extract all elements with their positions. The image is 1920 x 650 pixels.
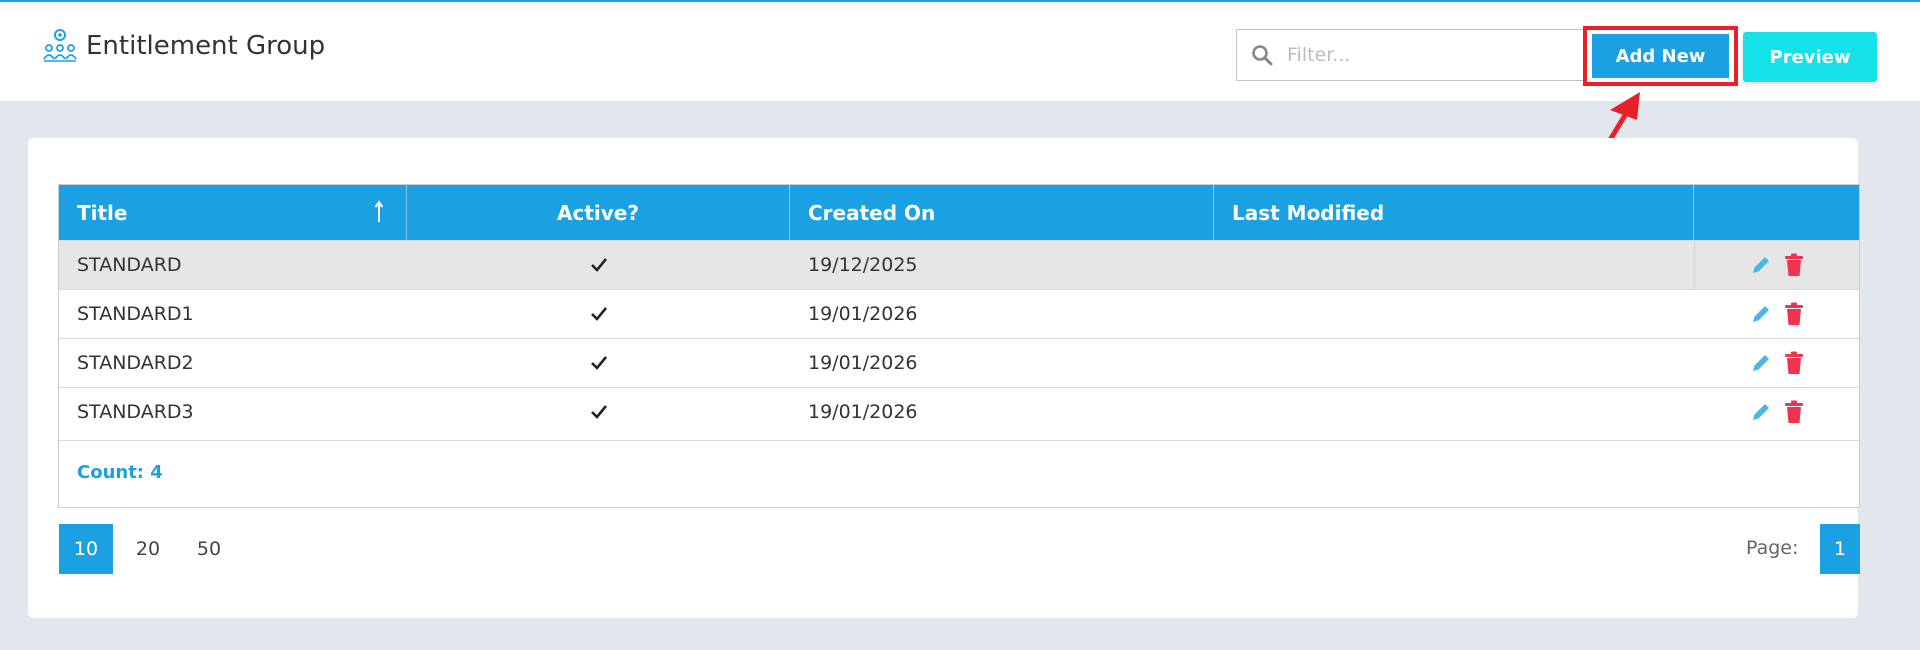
- table-row[interactable]: STANDARD2 19/01/2026: [59, 338, 1859, 387]
- check-icon: [590, 405, 607, 419]
- cell-title: STANDARD: [77, 254, 182, 276]
- cell-last-modified: [1214, 388, 1694, 436]
- cell-title: STANDARD3: [77, 401, 194, 423]
- cell-title: STANDARD1: [77, 303, 194, 325]
- check-icon: [590, 307, 607, 321]
- page-header: Entitlement Group Add New Preview: [0, 2, 1920, 101]
- check-icon: [590, 258, 607, 272]
- cell-actions: [1694, 339, 1859, 387]
- filter-input[interactable]: [1287, 30, 1577, 80]
- column-header-title[interactable]: Title: [59, 185, 407, 240]
- page-size-10[interactable]: 10: [59, 524, 113, 574]
- entitlement-group-icon: [43, 29, 77, 62]
- pencil-icon[interactable]: [1750, 303, 1772, 325]
- cell-actions: [1694, 290, 1859, 338]
- page-size-20[interactable]: 20: [121, 524, 175, 574]
- pencil-icon[interactable]: [1750, 254, 1772, 276]
- trash-icon[interactable]: [1784, 253, 1804, 277]
- grid-header: Title Active? Created On Last Modified: [59, 185, 1859, 240]
- pencil-icon[interactable]: [1750, 352, 1772, 374]
- page-button-1[interactable]: 1: [1820, 524, 1860, 574]
- cell-last-modified: [1214, 339, 1694, 387]
- cell-created-on: 19/01/2026: [808, 401, 918, 423]
- trash-icon[interactable]: [1784, 351, 1804, 375]
- filter-box[interactable]: [1236, 29, 1586, 81]
- cell-active: [407, 290, 790, 338]
- trash-icon[interactable]: [1784, 400, 1804, 424]
- search-icon: [1252, 45, 1273, 66]
- cell-last-modified: [1214, 241, 1694, 289]
- cell-created-on: 19/01/2026: [808, 352, 918, 374]
- column-header-created-on[interactable]: Created On: [790, 185, 1214, 240]
- column-header-active[interactable]: Active?: [407, 185, 790, 240]
- check-icon: [590, 356, 607, 370]
- page-label: Page:: [1746, 537, 1799, 559]
- trash-icon[interactable]: [1784, 302, 1804, 326]
- content-card: Title Active? Created On Last Modified S…: [28, 138, 1860, 618]
- table-row[interactable]: STANDARD3 19/01/2026: [59, 387, 1859, 436]
- cell-title: STANDARD2: [77, 352, 194, 374]
- cell-active: [407, 388, 790, 436]
- table-row[interactable]: STANDARD1 19/01/2026: [59, 289, 1859, 338]
- pencil-icon[interactable]: [1750, 401, 1772, 423]
- column-header-last-modified[interactable]: Last Modified: [1214, 185, 1694, 240]
- cell-last-modified: [1214, 290, 1694, 338]
- cell-active: [407, 241, 790, 289]
- column-header-actions: [1694, 185, 1859, 240]
- cell-active: [407, 339, 790, 387]
- cell-actions: [1694, 388, 1859, 436]
- cell-actions: [1694, 241, 1859, 289]
- sort-ascending-icon: [374, 200, 384, 222]
- page-size-50[interactable]: 50: [182, 524, 236, 574]
- cell-created-on: 19/12/2025: [808, 254, 918, 276]
- count-divider: [59, 440, 1859, 441]
- add-new-button[interactable]: Add New: [1592, 34, 1729, 78]
- table-row[interactable]: STANDARD 19/12/2025: [59, 240, 1859, 289]
- entitlement-group-grid: Title Active? Created On Last Modified S…: [58, 184, 1860, 508]
- page-title: Entitlement Group: [86, 31, 326, 61]
- preview-button[interactable]: Preview: [1743, 32, 1877, 82]
- cell-created-on: 19/01/2026: [808, 303, 918, 325]
- record-count: Count: 4: [77, 462, 163, 483]
- brand: Entitlement Group: [43, 29, 325, 63]
